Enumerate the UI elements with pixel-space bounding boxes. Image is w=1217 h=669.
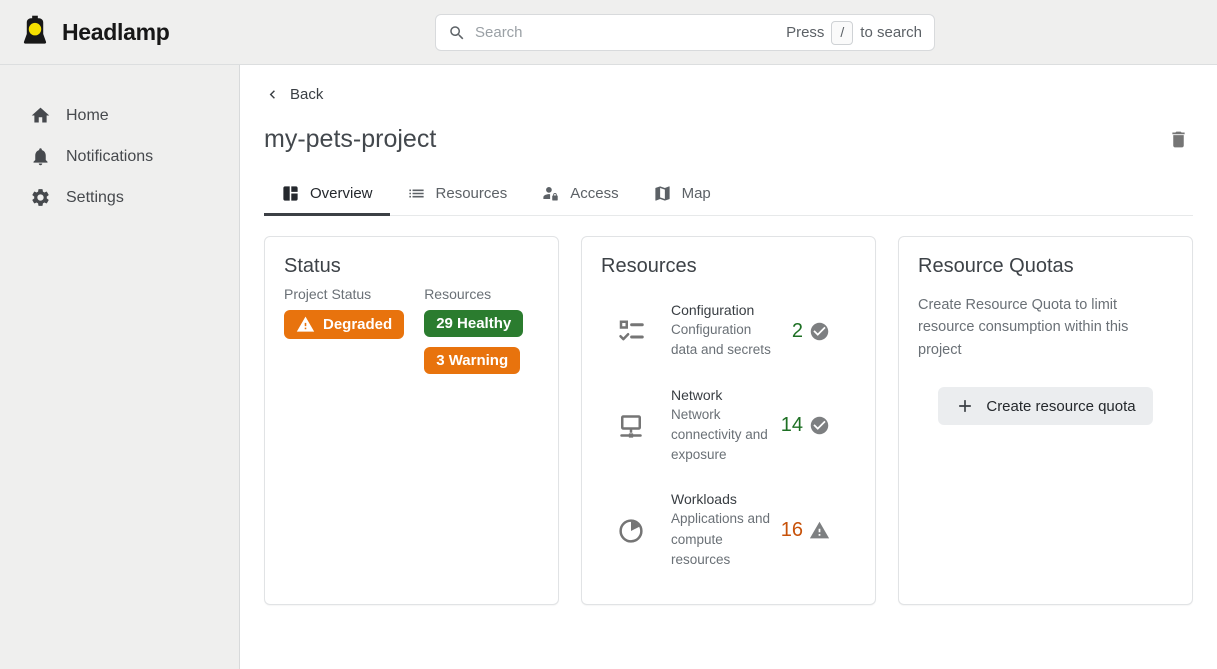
resource-count: 16: [781, 519, 803, 542]
resource-description: Configuration data and secrets: [671, 320, 781, 361]
resource-row-workloads[interactable]: Workloads Applications and compute resou…: [601, 491, 856, 570]
trash-icon: [1168, 129, 1189, 150]
hint-press-text: Press: [786, 24, 824, 41]
chevron-left-icon: [264, 86, 281, 103]
sidebar: Home Notifications Settings: [0, 65, 240, 669]
tab-label: Overview: [310, 185, 373, 202]
hint-suffix-text: to search: [860, 24, 922, 41]
home-icon: [30, 105, 51, 126]
resources-label: Resources: [424, 286, 523, 302]
resources-status-column: Resources 29 Healthy 3 Warning: [424, 286, 523, 374]
sidebar-item-label: Notifications: [66, 148, 153, 166]
brand[interactable]: Headlamp: [18, 15, 170, 49]
resources-card-title: Resources: [601, 255, 856, 278]
delete-project-button[interactable]: [1164, 125, 1193, 154]
resource-name: Network: [671, 387, 781, 403]
top-app-bar: Headlamp Press / to search: [0, 0, 1217, 65]
tab-map[interactable]: Map: [636, 175, 728, 215]
status-card-title: Status: [284, 255, 539, 278]
degraded-status-badge: Degraded: [284, 310, 404, 339]
check-circle-icon: [809, 415, 830, 436]
page-title: my-pets-project: [264, 125, 436, 154]
sidebar-item-home[interactable]: Home: [0, 95, 239, 136]
resource-count: 14: [781, 414, 803, 437]
project-status-label: Project Status: [284, 286, 404, 302]
sidebar-item-label: Home: [66, 107, 109, 125]
person-lock-icon: [541, 184, 560, 203]
plus-icon: [955, 396, 975, 416]
headlamp-logo-icon: [18, 15, 52, 49]
dashboard-icon: [281, 184, 300, 203]
pie-chart-icon: [616, 516, 646, 546]
quotas-card-title: Resource Quotas: [918, 255, 1173, 278]
tab-label: Access: [570, 185, 618, 202]
badge-label: 29 Healthy: [436, 315, 511, 332]
healthy-count-badge: 29 Healthy: [424, 310, 523, 337]
badge-label: Degraded: [323, 316, 392, 333]
global-search[interactable]: Press / to search: [435, 14, 935, 51]
warning-icon: [296, 315, 315, 334]
tab-resources[interactable]: Resources: [390, 175, 525, 215]
tab-label: Resources: [436, 185, 508, 202]
sidebar-item-settings[interactable]: Settings: [0, 177, 239, 218]
resource-row-configuration[interactable]: Configuration Configuration data and sec…: [601, 302, 856, 361]
app-title: Headlamp: [62, 19, 170, 46]
back-label: Back: [290, 86, 323, 103]
badge-label: 3 Warning: [436, 352, 508, 369]
quotas-description: Create Resource Quota to limit resource …: [918, 294, 1173, 361]
warning-count-badge: 3 Warning: [424, 347, 520, 374]
resource-name: Configuration: [671, 302, 781, 318]
slash-key-badge: /: [831, 21, 853, 45]
resource-description: Network connectivity and exposure: [671, 405, 781, 466]
tab-label: Map: [682, 185, 711, 202]
status-card: Status Project Status Degraded Resources: [264, 236, 559, 605]
tab-overview[interactable]: Overview: [264, 175, 390, 215]
resource-quotas-card: Resource Quotas Create Resource Quota to…: [898, 236, 1193, 605]
button-label: Create resource quota: [986, 398, 1135, 415]
sidebar-item-notifications[interactable]: Notifications: [0, 136, 239, 177]
sidebar-item-label: Settings: [66, 189, 124, 207]
resources-card: Resources Configuration: [581, 236, 876, 605]
bell-icon: [30, 146, 51, 167]
network-icon: [616, 411, 646, 441]
project-status-column: Project Status Degraded: [284, 286, 404, 374]
main-content: Back my-pets-project Overview: [240, 65, 1217, 669]
map-icon: [653, 184, 672, 203]
warning-triangle-icon: [809, 520, 830, 541]
resource-name: Workloads: [671, 491, 781, 507]
resource-count: 2: [792, 320, 803, 343]
search-shortcut-hint: Press / to search: [786, 21, 922, 45]
back-button[interactable]: Back: [264, 86, 323, 103]
search-icon: [448, 24, 466, 42]
resource-description: Applications and compute resources: [671, 509, 781, 570]
project-tabs: Overview Resources Access: [264, 175, 1193, 216]
checklist-icon: [616, 316, 646, 346]
create-resource-quota-button[interactable]: Create resource quota: [938, 387, 1152, 425]
tab-access[interactable]: Access: [524, 175, 635, 215]
check-circle-icon: [809, 321, 830, 342]
resource-row-network[interactable]: Network Network connectivity and exposur…: [601, 387, 856, 466]
search-input[interactable]: [475, 24, 786, 41]
gear-icon: [30, 187, 51, 208]
list-icon: [407, 184, 426, 203]
